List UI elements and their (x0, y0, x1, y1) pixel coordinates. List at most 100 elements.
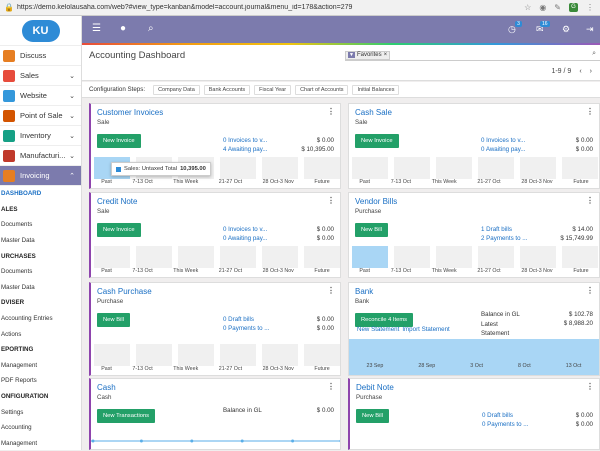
sidebar-app-0[interactable]: Discuss (0, 46, 81, 66)
submenu-item[interactable]: Accounting Entries (0, 311, 81, 327)
user-icon[interactable]: ● (120, 23, 126, 34)
sidebar-app-2[interactable]: Website⌄ (0, 86, 81, 106)
card-amount: $ 14.00 (560, 225, 593, 234)
submenu-item[interactable]: Master Data (0, 233, 81, 249)
more-icon[interactable]: ⋮ (327, 107, 335, 116)
journal-card: Debit Note Purchase ⋮ New Bill 0 Draft bills… (348, 378, 600, 450)
more-icon[interactable]: ⋮ (586, 107, 594, 116)
extension-icon[interactable]: ◉ (539, 3, 546, 12)
card-action-button[interactable]: New Bill (97, 313, 130, 327)
card-subtitle: Sale (97, 119, 109, 126)
card-link[interactable]: 0 Invoices to v... (481, 136, 526, 145)
close-icon[interactable]: × (384, 52, 388, 58)
card-title[interactable]: Credit Note (97, 197, 137, 206)
pager-value[interactable]: 1-9 / 9 (551, 68, 571, 75)
submenu-item[interactable]: Accounting (0, 420, 81, 436)
chart-x-label: 28 Oct-3 Nov (263, 268, 294, 274)
config-step[interactable]: Company Data (153, 85, 200, 95)
sidebar-app-1[interactable]: Sales⌄ (0, 66, 81, 86)
more-icon[interactable]: ⋮ (586, 382, 594, 391)
card-amount: $ 0.00 (576, 420, 593, 429)
card-title[interactable]: Cash Purchase (97, 287, 152, 296)
card-link[interactable]: 1 Draft bills (481, 225, 527, 234)
sidebar-app-5[interactable]: Manufacturi...⌄ (0, 146, 81, 166)
logout-icon[interactable]: ⇥ (586, 24, 594, 35)
sidebar: KU DiscussSales⌄Website⌄Point of Sale⌄In… (0, 16, 82, 450)
submenu-item: URCHASES (0, 248, 81, 264)
search-icon[interactable]: ⌕ (148, 23, 154, 34)
card-action-button[interactable]: New Invoice (97, 223, 141, 237)
chart-bar (520, 246, 556, 268)
journal-card: Cash SaleSale⋮New Invoice0 Invoices to v… (348, 103, 600, 189)
config-step[interactable]: Fiscal Year (254, 85, 291, 95)
card-amounts: $ 0.00$ 0.00 (576, 411, 593, 429)
card-title[interactable]: Customer Invoices (97, 108, 163, 117)
card-link[interactable]: 0 Invoices to v... (223, 225, 268, 234)
card-action-button[interactable]: New Transactions (97, 409, 155, 423)
more-icon[interactable]: ⋮ (586, 286, 594, 295)
chat-icon[interactable]: ✉16 (536, 24, 544, 35)
page-title: Accounting Dashboard (89, 50, 185, 61)
submenu-item[interactable]: Master Data (0, 280, 81, 296)
menu-icon[interactable]: ☰ (92, 23, 101, 34)
search-bar[interactable]: ▼ Favorites × ⌕ (345, 50, 600, 61)
card-link[interactable]: 0 Payments to ... (482, 420, 528, 429)
card-title[interactable]: Cash Sale (355, 108, 392, 117)
card-link[interactable]: 0 Invoices to v... (223, 136, 268, 145)
config-step[interactable]: Initial Balances (352, 85, 399, 95)
card-title[interactable]: Vendor Bills (355, 197, 397, 206)
config-step[interactable]: Bank Accounts (204, 85, 250, 95)
submenu-item[interactable]: Documents (0, 264, 81, 280)
chart-bar (262, 344, 298, 366)
submenu-item[interactable]: Management (0, 436, 81, 451)
card-action-button[interactable]: New Invoice (97, 134, 141, 148)
card-subtitle: Purchase (97, 298, 123, 305)
submenu-item[interactable]: DASHBOARD (0, 186, 81, 202)
card-link[interactable]: Import Statement (402, 326, 449, 333)
more-icon[interactable]: ⋮ (327, 196, 335, 205)
submenu-item[interactable]: Documents (0, 217, 81, 233)
chevron-left-icon[interactable]: ‹ (579, 68, 581, 75)
card-link[interactable]: New Statement (357, 326, 399, 333)
settings-icon[interactable]: ⚙ (562, 24, 570, 35)
more-icon[interactable]: ⋮ (327, 286, 335, 295)
activity-icon[interactable]: ◷3 (508, 24, 516, 35)
card-action-button[interactable]: New Bill (355, 223, 388, 237)
sidebar-app-3[interactable]: Point of Sale⌄ (0, 106, 81, 126)
submenu-item[interactable]: PDF Reports (0, 373, 81, 389)
card-action-button[interactable]: New Invoice (355, 134, 399, 148)
extension-icon[interactable]: G (569, 3, 578, 12)
card-bar-chart (91, 340, 341, 366)
card-link[interactable]: 0 Draft bills (223, 315, 269, 324)
chart-x-labels: Past7-13 OctThis Week21-27 Oct28 Oct-3 N… (91, 268, 340, 274)
card-action-button[interactable]: New Bill (356, 409, 389, 423)
card-subtitle: Purchase (356, 394, 382, 401)
more-icon[interactable]: ⋮ (586, 3, 594, 12)
star-icon[interactable]: ☆ (524, 3, 531, 12)
card-title[interactable]: Debit Note (356, 383, 394, 392)
card-subtitle: Sale (97, 208, 109, 215)
card-title[interactable]: Cash (97, 383, 116, 392)
chart-x-label: This Week (173, 366, 198, 372)
chart-bar (178, 246, 214, 268)
chevron-right-icon[interactable]: › (590, 68, 592, 75)
submenu-item[interactable]: Actions (0, 326, 81, 342)
search-icon[interactable]: ⌕ (592, 50, 596, 58)
chart-x-label: Past (359, 179, 370, 185)
card-link[interactable]: 0 Payments to ... (223, 324, 269, 333)
sidebar-app-4[interactable]: Inventory⌄ (0, 126, 81, 146)
submenu-item[interactable]: Settings (0, 404, 81, 420)
chevron-down-icon: ⌄ (69, 152, 75, 160)
address-bar[interactable]: https://demo.kelolausaha.com/web?#view_t… (17, 4, 524, 11)
config-step[interactable]: Chart of Accounts (295, 85, 348, 95)
more-icon[interactable]: ⋮ (327, 382, 335, 391)
chart-x-label: 21-27 Oct (477, 268, 500, 274)
chart-bar (394, 157, 430, 179)
card-link[interactable]: 0 Draft bills (482, 411, 528, 420)
sidebar-app-6[interactable]: Invoicing⌃ (0, 166, 81, 186)
more-icon[interactable]: ⋮ (586, 196, 594, 205)
extension-icon[interactable]: ✎ (554, 3, 561, 12)
search-facet[interactable]: ▼ Favorites × (345, 51, 390, 60)
card-title[interactable]: Bank (355, 287, 373, 296)
submenu-item[interactable]: Management (0, 358, 81, 374)
